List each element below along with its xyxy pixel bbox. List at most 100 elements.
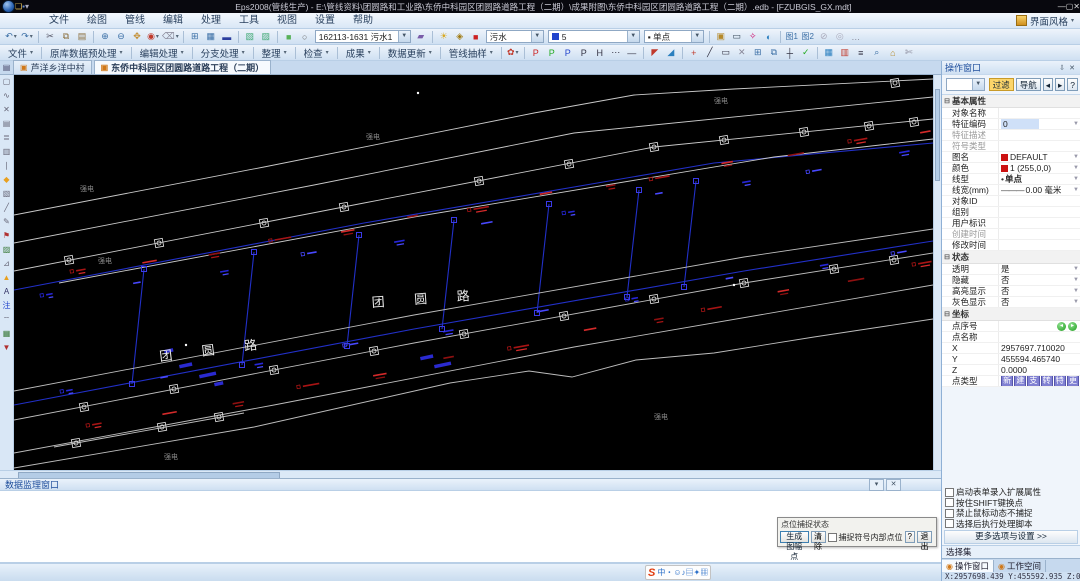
property-value[interactable]: 新建支转特更 (998, 376, 1080, 386)
property-value[interactable]: 否 ▼ (998, 275, 1080, 285)
copy-obj-icon[interactable]: ⧉ (767, 46, 781, 60)
image-window-icon[interactable]: ▧ (243, 30, 257, 44)
check-icon[interactable]: ✓ (799, 46, 813, 60)
property-value[interactable]: 1 (255,0,0) ▼ (998, 163, 1080, 173)
toolbar-menu-8[interactable]: 数据更新 ▾ (383, 46, 437, 60)
divider-tool-icon[interactable]: ∣ (0, 159, 13, 173)
property-row[interactable]: X 2957697.710020 (942, 343, 1080, 354)
home-icon[interactable]: ⌂ (886, 46, 900, 60)
feature-filter-combo[interactable]: ▼ (946, 78, 985, 91)
toolbar-menu-5[interactable]: 整理 ▾ (257, 46, 292, 60)
orange-triangle-icon[interactable]: ▲ (0, 271, 13, 285)
wand-icon[interactable]: ✧ (746, 30, 760, 44)
menu-item-7[interactable]: 视图 (268, 15, 306, 26)
operation-panel-header[interactable]: 操作窗口 ⇩ ✕ (942, 61, 1080, 75)
document-list-icon[interactable]: ▤ (0, 61, 13, 74)
property-value[interactable] (998, 229, 1080, 239)
property-value[interactable] (998, 108, 1080, 118)
globe-icon[interactable]: ◐ (762, 30, 776, 44)
zoom-in-icon[interactable]: ⊕ (98, 30, 112, 44)
redo-icon[interactable]: ↷ ▾ (20, 30, 34, 44)
toolbar-menu-1[interactable]: 文件 ▾ (3, 46, 38, 60)
arrow-red-icon[interactable]: ◤ (648, 46, 662, 60)
layer-combo[interactable]: 污水 ▼ (485, 30, 544, 43)
prev-button[interactable]: ◂ (1042, 78, 1053, 91)
property-row[interactable]: Y 455594.465740 (942, 354, 1080, 365)
pnt-layer-icon[interactable]: ▤ (0, 117, 13, 131)
color-combo[interactable]: 5 ▼ (547, 30, 640, 43)
option-checkbox-4[interactable]: 选择后执行处理脚本 (942, 519, 1080, 530)
target-icon[interactable]: ◎ (833, 30, 847, 44)
search-icon[interactable]: ⌕ (870, 46, 884, 60)
ime-logo-icon[interactable]: S (648, 567, 655, 579)
redline-icon[interactable]: ◉ ▾ (146, 30, 160, 44)
snap-symbol-inner-point-checkbox[interactable]: 捕捉符号内部点位 (827, 532, 903, 543)
triangle-tool-icon[interactable]: ⊿ (0, 257, 13, 271)
property-value[interactable]: 455594.465740 (998, 354, 1080, 364)
menu-item-5[interactable]: 处理 (192, 15, 230, 26)
navigate-button[interactable]: 导航 (1015, 78, 1041, 91)
property-value[interactable]: • 单点 ▼ (998, 174, 1080, 184)
annotate-icon[interactable]: 注 (0, 299, 13, 313)
document-tab-2[interactable]: ▣ 东侨中科园区团圆路道路工程（二期） (93, 60, 272, 74)
map2-icon[interactable]: 图2 (801, 30, 815, 44)
curve-icon[interactable]: ∿ (0, 89, 13, 103)
flag-icon[interactable]: ⚑ (0, 229, 13, 243)
link-off-icon[interactable]: ⊘ (817, 30, 831, 44)
stamp-icon[interactable]: ▰ (414, 30, 428, 44)
close-panel-icon[interactable]: ✕ (886, 478, 901, 491)
eraser-icon[interactable]: ⌫ ▾ (162, 30, 179, 44)
property-value[interactable]: 0 ▼ (998, 119, 1080, 129)
toolbar-menu-4[interactable]: 分支处理 ▾ (196, 46, 250, 60)
property-value[interactable] (998, 240, 1080, 250)
menu-item-3[interactable]: 管线 (116, 15, 154, 26)
point-next-button[interactable]: ▸ (1068, 321, 1077, 331)
lock-icon[interactable]: ◈ (453, 30, 467, 44)
table-icon[interactable]: ▥ (0, 145, 13, 159)
ime-toolbar[interactable]: S 中・☺♪▤✦▦ (645, 565, 712, 580)
property-row[interactable]: 点名称 (942, 332, 1080, 343)
scissor2-icon[interactable]: ✄ (902, 46, 916, 60)
clear-button[interactable]: 清除 (810, 531, 826, 551)
green-table-icon[interactable]: ▦ (0, 327, 13, 341)
panel-help-button[interactable]: ? (1067, 78, 1078, 91)
green-grid-icon[interactable]: ▨ (0, 243, 13, 257)
panel-tab-1[interactable]: ◉ 操作窗口 (942, 560, 994, 572)
property-value[interactable] (998, 332, 1080, 342)
property-value[interactable]: ——— 0.00 毫米 ▼ (998, 185, 1080, 195)
property-value[interactable] (998, 218, 1080, 228)
lock2-icon[interactable]: ▣ (714, 30, 728, 44)
hatch-icon[interactable]: ▧ (0, 187, 13, 201)
close-icon[interactable]: ✕ (1073, 2, 1080, 11)
map1-icon[interactable]: 图1 (785, 30, 799, 44)
app-menu-orb[interactable] (2, 0, 15, 13)
circle-select-icon[interactable]: ○ (298, 30, 312, 44)
property-value[interactable]: 0.0000 (998, 365, 1080, 375)
more-tools-icon[interactable]: … (849, 30, 863, 44)
ime-skin-icon[interactable]: ▦ (700, 568, 708, 577)
text-a-icon[interactable]: A (0, 285, 13, 299)
property-row[interactable]: 修改时间 (942, 240, 1080, 251)
green-square-icon[interactable]: ■ (282, 30, 296, 44)
property-value[interactable] (998, 130, 1080, 140)
slope-icon[interactable]: ╱ (0, 201, 13, 215)
collapse-icon[interactable]: ▾ (869, 478, 884, 491)
menu-item-6[interactable]: 工具 (230, 15, 268, 26)
delete-node-icon[interactable]: ✕ (0, 103, 13, 117)
document-tab-1[interactable]: ▣ 芦洋乡洋中村 (13, 60, 92, 74)
pin-icon[interactable]: ⇩ (1057, 64, 1067, 72)
p-red-icon[interactable]: P (529, 46, 543, 60)
red-down-icon[interactable]: ▼ (0, 341, 13, 355)
draw-line-icon[interactable]: ╱ (703, 46, 717, 60)
dash-icon[interactable]: — (625, 46, 639, 60)
property-value[interactable] (998, 196, 1080, 206)
h-icon[interactable]: H (593, 46, 607, 60)
panel-tab-2[interactable]: ◉ 工作空间 (994, 560, 1046, 572)
menu-item-8[interactable]: 设置 (306, 15, 344, 26)
canvas-vertical-scrollbar[interactable] (933, 75, 941, 470)
add-point-icon[interactable]: + (687, 46, 701, 60)
list-icon[interactable]: ≡ (854, 46, 868, 60)
menu-item-1[interactable]: 文件 (40, 15, 78, 26)
next-button[interactable]: ▸ (1054, 78, 1066, 91)
map-canvas[interactable]: 强电 强电 强电 强电 强电 强电团 圆 路团 圆 路 (13, 75, 934, 470)
